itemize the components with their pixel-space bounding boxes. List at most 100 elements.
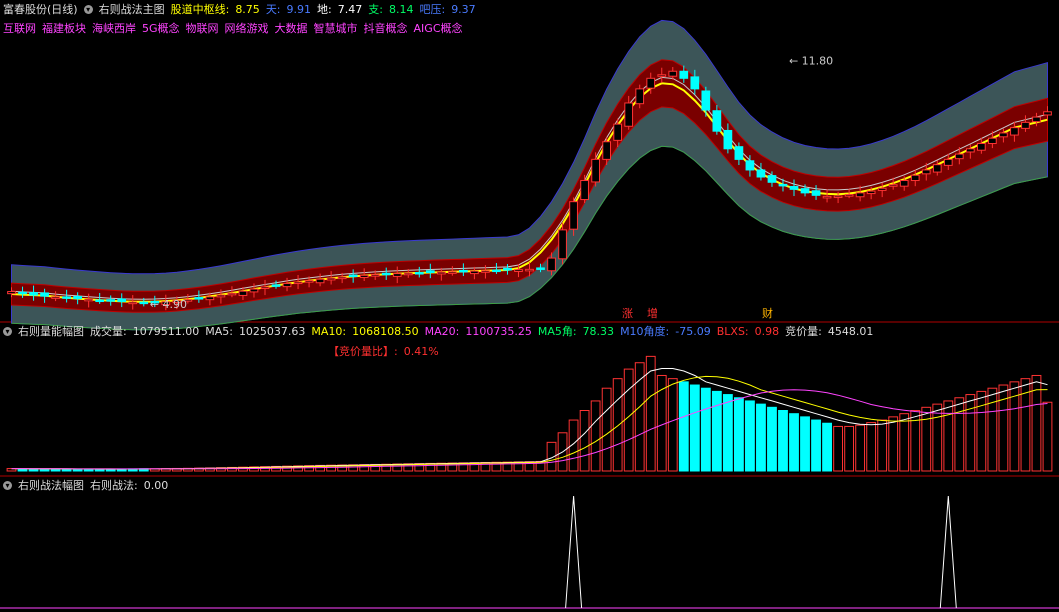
strategy-signal-spike <box>565 495 583 609</box>
concept-tag[interactable]: 互联网 <box>3 20 36 36</box>
sky-value: 9.91 <box>286 2 312 16</box>
candle-body <box>227 292 237 296</box>
candle-body <box>811 190 821 196</box>
concept-tag[interactable]: 海峡西岸 <box>92 20 136 36</box>
pivot-value: 8.75 <box>235 2 260 16</box>
candle-body <box>888 184 898 187</box>
volume-bar <box>579 410 590 472</box>
sky-label: 天: <box>265 3 281 16</box>
candle-body <box>789 186 799 190</box>
candle-body <box>260 286 270 289</box>
price-annotation: ← 11.80 <box>789 55 833 68</box>
candle-body <box>304 280 314 283</box>
ground-value: 7.47 <box>337 2 363 16</box>
candle-body <box>348 274 358 277</box>
volume-bar <box>921 406 932 472</box>
ma20-value: 1100735.25 <box>465 324 532 338</box>
volume-bar <box>733 397 744 472</box>
strategy-header: ▾ 右则战法幅图 右则战法: 0.00 <box>3 477 168 493</box>
candle-body <box>7 291 16 295</box>
candle-body <box>139 301 149 305</box>
candle-body <box>965 148 975 153</box>
candle-body <box>29 292 38 296</box>
candle-body <box>910 174 920 182</box>
concept-tag[interactable]: 5G概念 <box>142 20 180 36</box>
candle-body <box>238 290 248 296</box>
candle-body <box>932 164 942 173</box>
volume-bar <box>700 387 711 472</box>
candle-body <box>370 274 380 277</box>
candle-body <box>271 284 281 287</box>
marker-zhang: 涨 <box>622 307 633 320</box>
concept-tag[interactable]: 网络游戏 <box>225 20 269 36</box>
candle-body <box>602 141 612 160</box>
volume-bar <box>667 378 678 472</box>
pivot-label: 股道中枢线: <box>170 3 230 16</box>
candle-body <box>1021 121 1030 129</box>
marker-zeng: 增 <box>647 307 658 320</box>
strategy-panel-name: 右则战法幅图 <box>18 479 84 492</box>
candle-body <box>249 288 259 293</box>
volume-bar <box>877 419 888 472</box>
ratio-label: 【竞价量比】: <box>328 345 398 358</box>
candle-body <box>734 146 744 160</box>
volume-bar <box>811 419 821 472</box>
concept-tag[interactable]: 大数据 <box>275 20 308 36</box>
candle-body <box>62 296 71 299</box>
bid-label: 竞价量: <box>785 325 822 338</box>
volume-bar <box>899 413 910 472</box>
volume-bar <box>800 416 810 472</box>
candle-body <box>459 269 468 273</box>
vol-value: 1079511.00 <box>132 324 200 338</box>
candle-body <box>712 110 722 132</box>
candle-body <box>977 143 986 151</box>
strategy-settings-icon[interactable]: ▾ <box>3 480 12 490</box>
candle-body <box>999 132 1008 138</box>
candle-body <box>635 88 645 105</box>
volume-settings-icon[interactable]: ▾ <box>3 326 12 336</box>
volume-bar <box>767 406 777 472</box>
candle-body <box>84 298 94 302</box>
candle-body <box>580 180 589 201</box>
candle-body <box>988 137 997 145</box>
candle-body <box>778 183 788 187</box>
candle-body <box>954 153 964 160</box>
candle-body <box>503 267 512 271</box>
pressure-label: 吧压: <box>419 3 446 16</box>
volume-bar <box>745 400 755 472</box>
support-value: 8.14 <box>388 2 414 16</box>
concept-tag[interactable]: 智慧城市 <box>314 20 358 36</box>
ma5a-label: MA5角: <box>537 325 577 338</box>
volume-panel-name: 右则量能幅图 <box>18 325 84 338</box>
volume-bar <box>910 410 921 472</box>
candle-body <box>921 169 931 175</box>
candle-body <box>1010 127 1019 136</box>
volume-bar <box>612 378 623 472</box>
price-panel: ← 11.80 ← 4.90 <box>7 19 1052 331</box>
volume-bar <box>855 424 866 472</box>
candle-body <box>216 294 226 298</box>
support-label: 支: <box>368 3 383 16</box>
panel-name: 右则战法主图 <box>98 3 165 16</box>
chart-canvas: ← 11.80 ← 4.90 <box>0 19 1059 609</box>
concept-tag[interactable]: 福建板块 <box>42 20 86 36</box>
candle-body <box>1043 111 1052 116</box>
concept-tag[interactable]: 抖音概念 <box>364 20 408 36</box>
concept-tag[interactable]: AIGC概念 <box>414 20 463 36</box>
candle-body <box>194 297 204 300</box>
volume-bar <box>678 381 689 472</box>
ma5a-value: 78.33 <box>582 324 615 338</box>
candle-body <box>492 269 501 273</box>
candle-body <box>436 271 446 275</box>
volume-bar <box>932 403 943 472</box>
volume-bar <box>1042 401 1053 472</box>
panel-settings-icon[interactable]: ▾ <box>83 4 93 14</box>
candle-body <box>73 295 82 300</box>
candle-body <box>425 270 435 274</box>
candle-body <box>668 70 678 77</box>
candle-body <box>18 291 27 295</box>
concept-tag[interactable]: 物联网 <box>186 20 219 36</box>
candle-body <box>855 192 865 198</box>
ma10-value: 1068108.50 <box>352 324 419 338</box>
candle-body <box>414 272 424 275</box>
